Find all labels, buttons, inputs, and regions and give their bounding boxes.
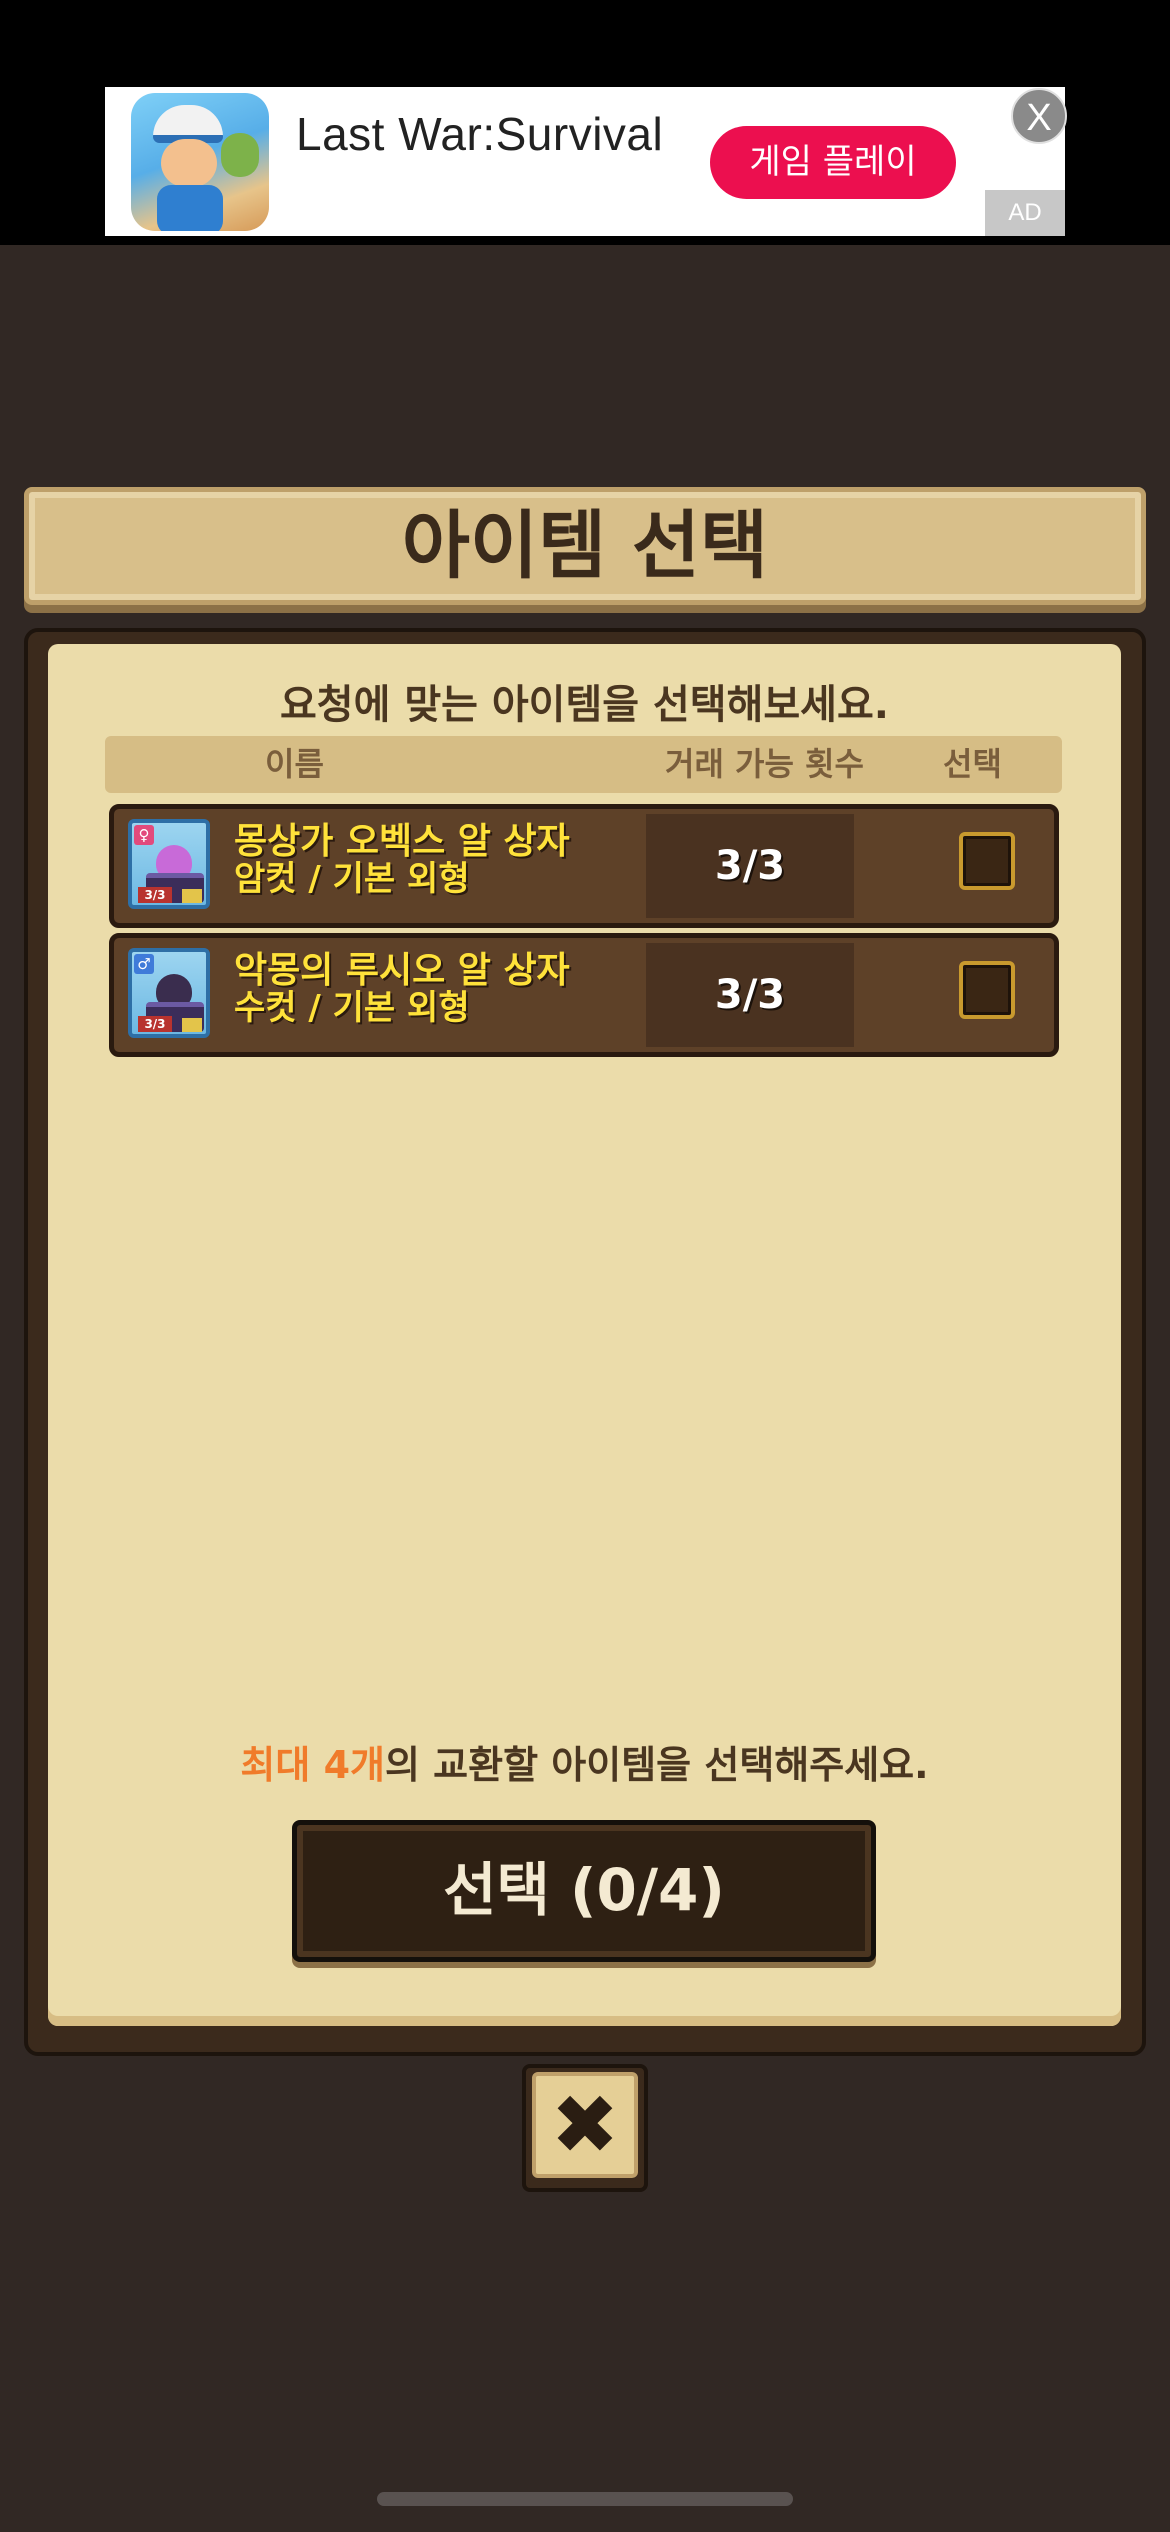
item-name: 몽상가 오벡스 알 상자 <box>234 821 570 862</box>
select-confirm-button[interactable]: 선택 (0/4) <box>292 1820 876 1962</box>
icon-count: 3/3 <box>138 1016 172 1032</box>
icon-count: 3/3 <box>138 887 172 903</box>
dialog-title: 아이템 선택 <box>401 503 769 589</box>
ad-badge: AD <box>985 190 1065 236</box>
column-trades: 거래 가능 횟수 <box>665 745 864 783</box>
table-header: 이름 거래 가능 횟수 선택 <box>105 736 1062 793</box>
dialog-title-plaque: 아이템 선택 <box>24 487 1146 605</box>
ad-banner-area: Last War:Survival 게임 플레이 X AD <box>0 0 1170 245</box>
home-indicator[interactable] <box>377 2492 793 2506</box>
item-egg-box-icon: ♀ 3/3 <box>128 819 210 909</box>
column-name: 이름 <box>265 745 324 783</box>
selection-limit-highlight: 최대 4개 <box>240 1743 385 1787</box>
female-icon: ♀ <box>134 825 154 845</box>
item-variant: 수컷 / 기본 외형 <box>234 988 470 1028</box>
ad-play-button[interactable]: 게임 플레이 <box>710 126 956 199</box>
item-egg-box-icon: ♂ 3/3 <box>128 948 210 1038</box>
column-select: 선택 <box>943 745 1002 783</box>
item-trade-count: 3/3 <box>646 814 854 918</box>
ad-app-icon[interactable] <box>131 93 269 231</box>
ad-app-name[interactable]: Last War:Survival <box>296 107 663 161</box>
male-icon: ♂ <box>134 954 154 974</box>
item-checkbox[interactable] <box>959 961 1015 1019</box>
dialog-panel: 요청에 맞는 아이템을 선택해보세요. 이름 거래 가능 횟수 선택 ♀ 3/3… <box>48 644 1121 2026</box>
item-checkbox[interactable] <box>959 832 1015 890</box>
ad-close-icon[interactable]: X <box>1011 88 1067 144</box>
item-variant: 암컷 / 기본 외형 <box>234 859 470 899</box>
item-row[interactable]: ♂ 3/3 악몽의 루시오 알 상자 수컷 / 기본 외형 3/3 <box>109 933 1059 1057</box>
selection-limit-text: 최대 4개의 교환할 아이템을 선택해주세요. <box>48 1734 1121 1789</box>
item-row[interactable]: ♀ 3/3 몽상가 오벡스 알 상자 암컷 / 기본 외형 3/3 <box>109 804 1059 928</box>
dialog-subtitle: 요청에 맞는 아이템을 선택해보세요. <box>280 682 889 728</box>
ad-card[interactable]: Last War:Survival 게임 플레이 <box>105 87 1065 236</box>
item-name: 악몽의 루시오 알 상자 <box>234 950 570 991</box>
select-button-label: 선택 (0/4) <box>443 1856 725 1924</box>
close-dialog-button[interactable]: ✖ <box>522 2064 648 2192</box>
selection-limit-rest: 의 교환할 아이템을 선택해주세요. <box>384 1743 929 1787</box>
close-icon: ✖ <box>532 2072 638 2178</box>
item-trade-count: 3/3 <box>646 943 854 1047</box>
